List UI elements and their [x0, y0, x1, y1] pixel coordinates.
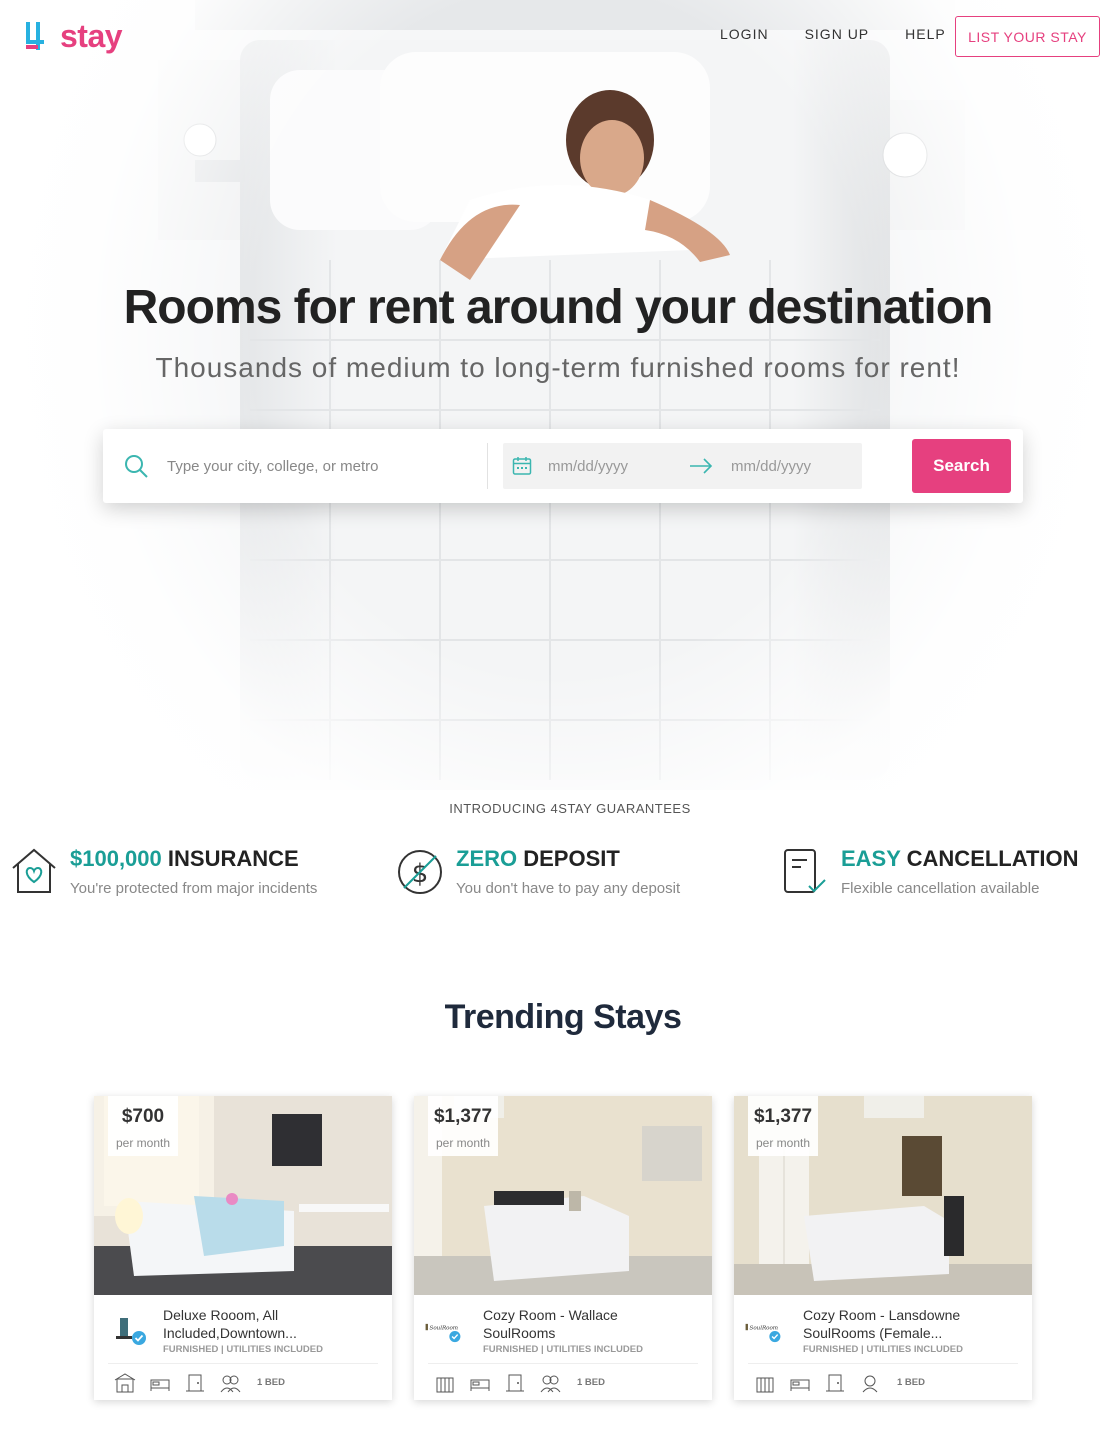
- listing-price: $1,377: [433, 1106, 493, 1127]
- host-logo-icon: SoulRoom: [745, 1323, 781, 1343]
- house-icon: [436, 1377, 454, 1393]
- price-tag: $700 per month: [108, 1096, 178, 1156]
- bed-count: 1 BED: [577, 1377, 605, 1388]
- door-icon: [506, 1374, 524, 1392]
- date-range-picker[interactable]: [503, 443, 862, 489]
- guarantee-title: EASY CANCELLATION: [841, 846, 1079, 871]
- price-period: per month: [755, 1136, 811, 1150]
- house-icon: [756, 1377, 774, 1393]
- door-icon: [826, 1374, 844, 1392]
- building-icon: [114, 1373, 136, 1393]
- svg-text:SoulRoom: SoulRoom: [430, 1325, 459, 1331]
- listing-card[interactable]: $1,377 per month SoulRoom Cozy Room - La…: [734, 1096, 1032, 1400]
- svg-text:$: $: [412, 859, 429, 889]
- guarantee-title: $100,000 INSURANCE: [70, 846, 299, 871]
- checkin-date-input[interactable]: [548, 451, 668, 481]
- guarantee-description: You don't have to pay any deposit: [456, 880, 681, 897]
- listing-photo: $700 per month: [94, 1096, 392, 1295]
- guarantee-description: Flexible cancellation available: [841, 880, 1040, 897]
- roommates-icon: [540, 1375, 561, 1393]
- search-divider: [487, 443, 488, 489]
- price-period: per month: [435, 1136, 491, 1150]
- logo-mark-icon: [26, 22, 44, 50]
- roommates-icon: [220, 1375, 241, 1393]
- destination-input[interactable]: [167, 449, 467, 483]
- price-period: per month: [115, 1136, 171, 1150]
- listing-title: Cozy Room - Lansdowne SoulRooms (Female.…: [803, 1307, 961, 1341]
- house-heart-icon: [12, 848, 56, 893]
- listing-title: Cozy Room - Wallace SoulRooms: [483, 1307, 618, 1341]
- bed-icon: [790, 1379, 810, 1391]
- search-button[interactable]: Search: [912, 439, 1011, 493]
- checkout-date-input[interactable]: [731, 451, 851, 481]
- card-divider: [748, 1363, 1018, 1364]
- document-check-icon: [784, 849, 826, 893]
- list-your-stay-button[interactable]: LIST YOUR STAY: [955, 16, 1100, 57]
- listing-photo: $1,377 per month: [414, 1096, 712, 1295]
- bed-count: 1 BED: [257, 1377, 285, 1388]
- hero-vignette: [0, 0, 1116, 790]
- listing-card[interactable]: $700 per month Deluxe Rooom, All Include…: [94, 1096, 392, 1400]
- search-icon: [125, 455, 148, 478]
- listing-card[interactable]: $1,377 per month SoulRoom Cozy Room - Wa…: [414, 1096, 712, 1400]
- female-roommate-icon: [862, 1375, 878, 1393]
- guarantee-description: You're protected from major incidents: [70, 880, 318, 897]
- arrow-right-icon: [690, 458, 713, 474]
- hero-section: [0, 0, 1116, 790]
- listing-price: $700: [121, 1106, 165, 1127]
- guarantee-title: ZERO DEPOSIT: [456, 846, 620, 871]
- card-divider: [108, 1363, 378, 1364]
- trending-stays-title: Trending Stays: [444, 998, 682, 1036]
- bed-icon: [470, 1379, 490, 1391]
- hero-subtitle: Thousands of medium to long-term furnish…: [155, 352, 961, 383]
- listing-tags: FURNISHED | UTILITIES INCLUDED: [803, 1344, 963, 1355]
- search-bar: Search: [103, 429, 1023, 503]
- door-icon: [186, 1374, 204, 1392]
- no-dollar-icon: $: [398, 850, 442, 894]
- svg-text:SoulRoom: SoulRoom: [750, 1325, 779, 1331]
- host-logo-icon: [116, 1318, 146, 1345]
- card-divider: [428, 1363, 698, 1364]
- price-tag: $1,377 per month: [748, 1096, 818, 1156]
- bed-icon: [150, 1379, 170, 1391]
- brand-logo[interactable]: stay: [24, 14, 123, 58]
- bed-count: 1 BED: [897, 1377, 925, 1388]
- listing-title: Deluxe Rooom, All Included,Downtown...: [163, 1307, 297, 1341]
- listing-price: $1,377: [753, 1106, 813, 1127]
- help-link[interactable]: HELP: [905, 26, 946, 42]
- signup-link[interactable]: SIGN UP: [805, 26, 870, 42]
- login-link[interactable]: LOGIN: [720, 26, 769, 42]
- calendar-icon: [512, 457, 532, 475]
- main-nav: LOGIN SIGN UP HELP: [720, 26, 982, 42]
- listing-photo: $1,377 per month: [734, 1096, 1032, 1295]
- listing-tags: FURNISHED | UTILITIES INCLUDED: [163, 1344, 323, 1355]
- listing-tags: FURNISHED | UTILITIES INCLUDED: [483, 1344, 643, 1355]
- host-logo-icon: SoulRoom: [425, 1323, 461, 1343]
- hero-title: Rooms for rent around your destination: [123, 281, 994, 334]
- price-tag: $1,377 per month: [428, 1096, 498, 1156]
- top-navigation: stay LOGIN SIGN UP HELP LIST YOUR STAY: [0, 0, 1116, 80]
- guarantees-intro: INTRODUCING 4STAY GUARANTEES: [449, 801, 691, 816]
- logo-text: stay: [60, 18, 123, 54]
